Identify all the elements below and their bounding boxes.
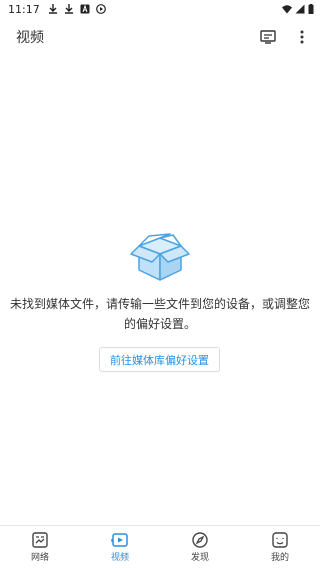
signal-icon	[295, 4, 305, 14]
video-icon	[111, 533, 128, 547]
empty-state: 未找到媒体文件，请传输一些文件到您的设备，或调整您的偏好设置。	[0, 232, 320, 334]
wifi-icon	[282, 5, 292, 14]
nav-item-profile[interactable]: 我的	[240, 526, 320, 568]
nav-item-discover[interactable]: 发现	[160, 526, 240, 568]
nav-item-network[interactable]: 网络	[0, 526, 80, 568]
status-bar: 11:17	[0, 0, 320, 18]
empty-message: 未找到媒体文件，请传输一些文件到您的设备，或调整您的偏好设置。	[10, 297, 311, 331]
compass-icon	[192, 532, 208, 548]
more-vert-icon	[300, 30, 304, 44]
page-title: 视频	[16, 30, 44, 46]
status-time: 11:17	[8, 2, 40, 16]
cast-screen-button[interactable]	[258, 27, 278, 47]
network-icon	[32, 532, 48, 548]
cast-screen-icon	[260, 30, 276, 44]
library-preferences-button[interactable]: 前往媒体库偏好设置	[99, 347, 220, 372]
bottom-navigation: 网络 视频 发现 我的	[0, 525, 320, 568]
status-notification-icons	[48, 4, 106, 14]
status-system-icons	[282, 4, 314, 14]
nav-item-video[interactable]: 视频	[80, 526, 160, 568]
nav-label-discover: 发现	[190, 553, 209, 563]
open-box-icon	[130, 233, 190, 281]
profile-icon	[272, 532, 288, 548]
a-badge-icon	[80, 4, 90, 14]
nav-label-video: 视频	[110, 553, 129, 563]
play-circle-icon	[95, 4, 106, 14]
more-options-button[interactable]	[292, 27, 312, 47]
nav-label-profile: 我的	[270, 553, 289, 563]
download-icon	[64, 4, 73, 14]
app-bar: 视频	[0, 18, 320, 56]
download-icon	[48, 4, 57, 14]
nav-label-network: 网络	[30, 553, 49, 563]
battery-icon	[308, 4, 314, 14]
